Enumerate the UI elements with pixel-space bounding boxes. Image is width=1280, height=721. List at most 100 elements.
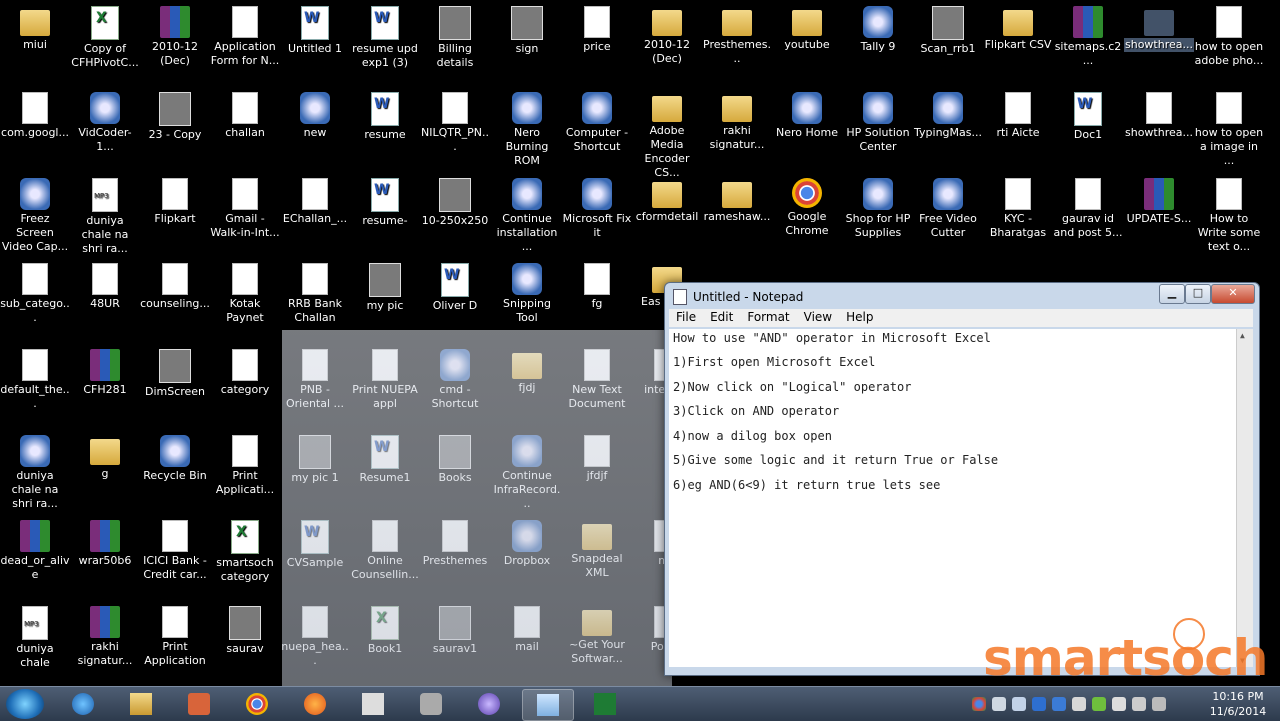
desktop-icon[interactable]: Snipping Tool <box>492 263 562 325</box>
volume-icon[interactable] <box>1152 697 1166 711</box>
close-button[interactable]: ✕ <box>1211 284 1255 304</box>
menu-file[interactable]: File <box>669 309 703 327</box>
desktop-icon[interactable]: Flipkart <box>140 178 210 226</box>
desktop-icon[interactable]: cformdetail <box>632 178 702 224</box>
taskbar-explorer[interactable] <box>116 689 166 719</box>
tray-icon[interactable] <box>1072 697 1086 711</box>
desktop-icon[interactable]: UPDATE-S... <box>1124 178 1194 226</box>
desktop-icon[interactable]: RRB Bank Challan <box>280 263 350 325</box>
desktop-icon[interactable]: my pic <box>350 263 420 313</box>
desktop-icon[interactable]: smartsoch category <box>210 520 280 584</box>
desktop-icon[interactable]: Gmail - Walk-in-Int... <box>210 178 280 240</box>
taskbar-excel[interactable] <box>580 689 630 719</box>
desktop-icon[interactable]: KYC - Bharatgas <box>983 178 1053 240</box>
desktop-icon[interactable]: 48UR <box>70 263 140 311</box>
desktop-icon[interactable]: Freez Screen Video Cap... <box>0 178 70 254</box>
desktop-icon[interactable]: new <box>280 92 350 140</box>
notepad-text-area[interactable]: How to use "AND" operator in Microsoft E… <box>669 329 1253 667</box>
menu-format[interactable]: Format <box>740 309 796 327</box>
desktop-icon[interactable]: HP Solution Center <box>843 92 913 154</box>
desktop-icon[interactable]: Recycle Bin <box>140 435 210 483</box>
desktop-icon[interactable]: showthrea... <box>1124 6 1194 52</box>
desktop-icon[interactable]: Presthemes... <box>702 6 772 66</box>
desktop-icon[interactable]: Print Applicati... <box>210 435 280 497</box>
menu-edit[interactable]: Edit <box>703 309 740 327</box>
desktop-icon[interactable]: saurav <box>210 606 280 656</box>
notepad-title-bar[interactable]: Untitled - Notepad <box>673 287 803 307</box>
desktop-icon[interactable]: resume upd exp1 (3) <box>350 6 420 70</box>
desktop-icon[interactable]: rti Aicte <box>983 92 1053 140</box>
desktop-icon[interactable]: counseling... <box>140 263 210 311</box>
desktop-icon[interactable]: Copy of CFHPivotC... <box>70 6 140 70</box>
desktop-icon[interactable]: Adobe Media Encoder CS... <box>632 92 702 180</box>
taskbar-firefox[interactable] <box>290 689 340 719</box>
tray-icon[interactable] <box>1012 697 1026 711</box>
desktop-icon[interactable]: resume- <box>350 178 420 228</box>
desktop-icon[interactable]: Tally 9 <box>843 6 913 54</box>
desktop-icon[interactable]: Computer - Shortcut <box>562 92 632 154</box>
desktop-icon[interactable]: Doc1 <box>1053 92 1123 142</box>
desktop-icon[interactable]: resume <box>350 92 420 142</box>
clock[interactable]: 10:16 PM 11/6/2014 <box>1200 689 1276 719</box>
security-icon[interactable] <box>1092 697 1106 711</box>
flag-icon[interactable] <box>1112 697 1126 711</box>
taskbar-ie[interactable] <box>58 689 108 719</box>
chrome-tray-icon[interactable] <box>972 697 986 711</box>
desktop-icon[interactable]: Scan_rrb1 <box>913 6 983 56</box>
desktop-icon[interactable]: sign <box>492 6 562 56</box>
desktop-icon[interactable]: com.googl... <box>0 92 70 140</box>
desktop-icon[interactable]: Billing details <box>420 6 490 70</box>
desktop-icon[interactable]: Nero Home <box>772 92 842 140</box>
menu-help[interactable]: Help <box>839 309 880 327</box>
desktop-icon[interactable]: DimScreen <box>140 349 210 399</box>
taskbar-window[interactable] <box>348 689 398 719</box>
desktop-icon[interactable]: youtube <box>772 6 842 52</box>
desktop-icon[interactable]: ICICI Bank - Credit car... <box>140 520 210 582</box>
desktop-icon[interactable]: VidCoder-1... <box>70 92 140 154</box>
desktop-icon[interactable]: sitemaps.c2... <box>1053 6 1123 68</box>
desktop-icon[interactable]: Untitled 1 <box>280 6 350 56</box>
menu-view[interactable]: View <box>797 309 839 327</box>
desktop-icon[interactable]: showthrea... <box>1124 92 1194 140</box>
desktop-icon[interactable]: TypingMas... <box>913 92 983 140</box>
desktop-icon[interactable]: Flipkart CSV <box>983 6 1053 52</box>
desktop-icon[interactable]: Print Application <box>140 606 210 668</box>
minimize-button[interactable]: ▁ <box>1159 284 1185 304</box>
tray-icon[interactable] <box>1052 697 1066 711</box>
desktop-icon[interactable]: 23 - Copy <box>140 92 210 142</box>
maximize-button[interactable]: □ <box>1185 284 1211 304</box>
desktop-icon[interactable]: Shop for HP Supplies <box>843 178 913 240</box>
start-button[interactable] <box>6 689 44 719</box>
desktop-icon[interactable]: 10-250x250 <box>420 178 490 228</box>
desktop-icon[interactable]: category <box>210 349 280 397</box>
desktop-icon[interactable]: dead_or_alive <box>0 520 70 582</box>
desktop-icon[interactable]: duniya chale na shri ra... <box>70 178 140 256</box>
taskbar-camera[interactable] <box>406 689 456 719</box>
desktop-icon[interactable]: Free Video Cutter <box>913 178 983 240</box>
desktop-icon[interactable]: Continue installation ... <box>492 178 562 254</box>
desktop-icon[interactable]: fg <box>562 263 632 311</box>
desktop-icon[interactable]: Application Form for N... <box>210 6 280 68</box>
desktop-icon[interactable]: Kotak Paynet <box>210 263 280 325</box>
notepad-window[interactable]: Untitled - Notepad ▁ □ ✕ File Edit Forma… <box>664 282 1260 676</box>
desktop-icon[interactable]: how to open adobe pho... <box>1194 6 1264 68</box>
desktop-icon[interactable]: 2010-12 (Dec) <box>632 6 702 66</box>
desktop-icon[interactable]: How to Write some text o... <box>1194 178 1264 254</box>
desktop-icon[interactable]: g <box>70 435 140 481</box>
desktop-icon[interactable]: how to open a image in ... <box>1194 92 1264 168</box>
taskbar-media-player[interactable] <box>174 689 224 719</box>
desktop-icon[interactable]: duniya chale <box>0 606 70 670</box>
desktop-icon[interactable]: Google Chrome <box>772 178 842 238</box>
desktop-icon[interactable]: price <box>562 6 632 54</box>
desktop-icon[interactable]: duniya chale na shri ra... <box>0 435 70 511</box>
taskbar-notepad[interactable] <box>522 689 574 721</box>
desktop-icon[interactable]: 2010-12 (Dec) <box>140 6 210 68</box>
taskbar-chrome[interactable] <box>232 689 282 719</box>
desktop-icon[interactable]: NILQTR_PN... <box>420 92 490 154</box>
desktop-icon[interactable]: miui <box>0 6 70 52</box>
desktop-icon[interactable]: rameshaw... <box>702 178 772 224</box>
desktop-icon[interactable]: EChallan_... <box>280 178 350 226</box>
vertical-scrollbar[interactable]: ▲ ▼ <box>1236 329 1253 667</box>
desktop-icon[interactable]: CFH281 <box>70 349 140 397</box>
tray-icon[interactable] <box>992 697 1006 711</box>
